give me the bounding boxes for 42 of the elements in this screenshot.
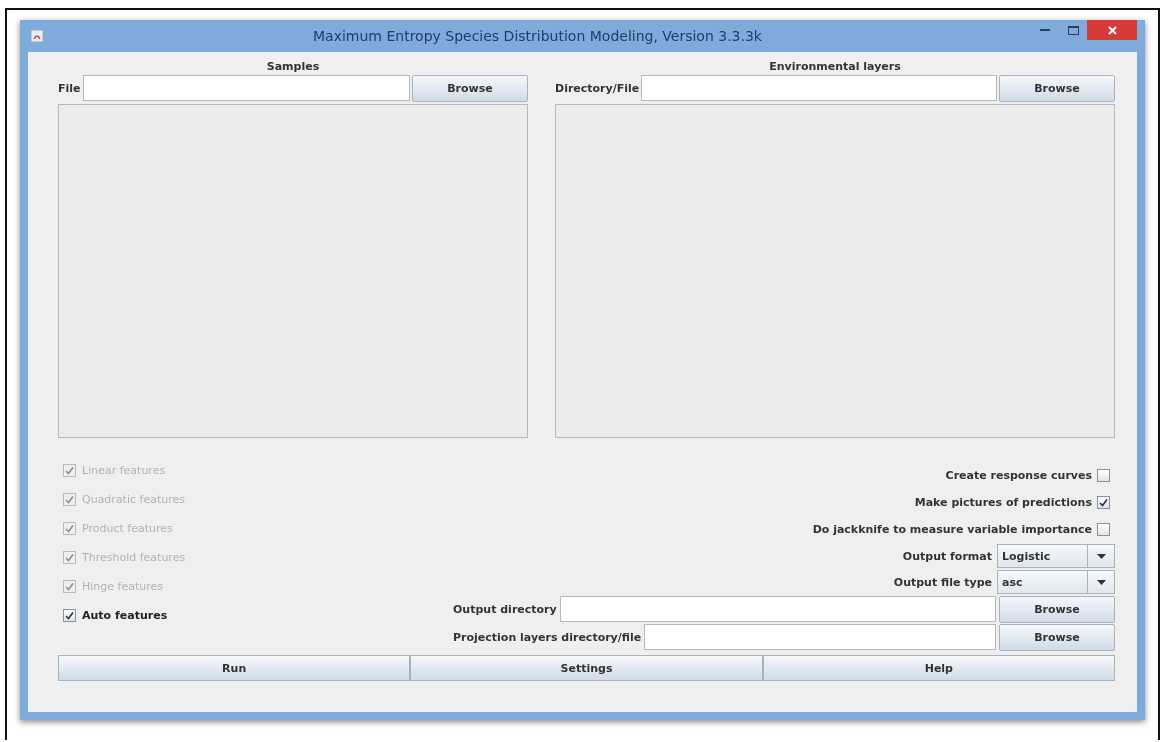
checkbox[interactable] bbox=[1097, 469, 1110, 482]
caret-icon bbox=[1096, 553, 1106, 559]
window-title: Maximum Entropy Species Distribution Modeling, Version 3.3.3k bbox=[312, 28, 763, 44]
action-button[interactable]: Run bbox=[58, 655, 411, 681]
close-button[interactable] bbox=[1087, 20, 1137, 40]
checkbox-label: Linear features bbox=[82, 464, 166, 477]
close-icon bbox=[1107, 25, 1117, 35]
checkbox-label: Make pictures of predictions bbox=[914, 496, 1092, 509]
caret-icon bbox=[1096, 579, 1106, 585]
browse-button[interactable]: Browse bbox=[999, 595, 1115, 623]
checkbox[interactable] bbox=[63, 609, 76, 622]
action-button[interactable]: Settings bbox=[410, 655, 763, 681]
browse-button[interactable]: Browse bbox=[999, 623, 1115, 651]
panel-heading: Environmental layers bbox=[768, 60, 902, 74]
checkbox-label: Quadratic features bbox=[82, 493, 185, 506]
field-label: Output directory bbox=[453, 602, 557, 616]
dropdown-label: Output format bbox=[902, 549, 992, 563]
dropdown[interactable]: Logistic bbox=[997, 544, 1115, 568]
checkbox[interactable] bbox=[1097, 523, 1110, 536]
file-field[interactable] bbox=[641, 75, 997, 101]
dropdown[interactable]: asc bbox=[997, 570, 1115, 594]
path-field[interactable] bbox=[644, 624, 996, 650]
panel-heading: Samples bbox=[265, 60, 321, 74]
minimize-icon bbox=[1040, 29, 1050, 31]
checkbox[interactable] bbox=[1097, 496, 1110, 509]
browse-button[interactable]: Browse bbox=[412, 74, 528, 102]
checkbox-label: Threshold features bbox=[82, 551, 186, 564]
maximize-icon bbox=[1067, 25, 1079, 35]
file-field[interactable] bbox=[82, 75, 410, 101]
checkbox-label: Create response curves bbox=[945, 469, 1092, 482]
app-icon bbox=[30, 29, 44, 43]
checkbox-label: Auto features bbox=[82, 609, 168, 622]
checkbox-label: Do jackknife to measure variable importance bbox=[812, 523, 1092, 536]
field-label: Projection layers directory/file bbox=[453, 630, 642, 644]
checkbox-label: Product features bbox=[82, 522, 173, 535]
browse-button[interactable]: Browse bbox=[999, 74, 1115, 102]
action-button[interactable]: Help bbox=[762, 655, 1115, 681]
path-field[interactable] bbox=[559, 596, 996, 622]
dropdown-label: Output file type bbox=[893, 575, 992, 589]
field-label: File bbox=[58, 81, 81, 95]
checkbox-label: Hinge features bbox=[82, 580, 163, 593]
field-label: Directory/File bbox=[555, 81, 640, 95]
